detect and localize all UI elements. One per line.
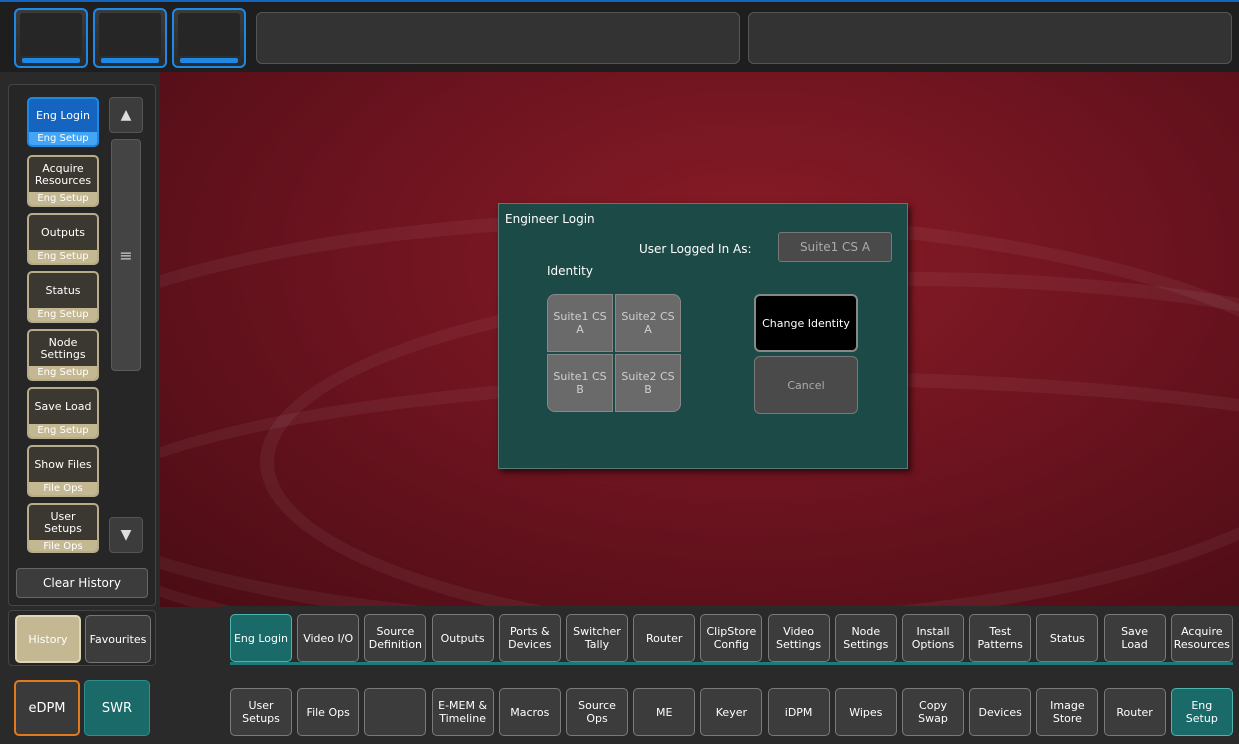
category-tab-user-setups[interactable]: User Setups (230, 688, 292, 736)
favourites-button[interactable]: Favourites (85, 615, 151, 663)
sidebar-item-label: Node Settings (40, 335, 86, 361)
identity-suite1-cs-a[interactable]: Suite1 CS A (547, 294, 613, 352)
category-tab-keyer[interactable]: Keyer (700, 688, 763, 736)
app-window: Eng Login Eng Setup Acquire Resources En… (0, 0, 1239, 744)
tab-video-i-o[interactable]: Video I/O (297, 614, 360, 662)
sidebar-item-show-files[interactable]: Show Files File Ops (27, 445, 99, 497)
history-toggle-group: History Favourites (8, 610, 156, 666)
sidebar-item-sublabel: Eng Setup (29, 132, 97, 145)
cancel-button[interactable]: Cancel (754, 356, 858, 414)
clear-history-button[interactable]: Clear History (16, 568, 148, 598)
identity-suite2-cs-b[interactable]: Suite2 CS B (615, 354, 681, 412)
preset-tile-3[interactable] (172, 8, 246, 68)
sidebar-item-acquire-resources[interactable]: Acquire Resources Eng Setup (27, 155, 99, 207)
category-tab-blank[interactable] (364, 688, 427, 736)
tab-clipstore-config[interactable]: ClipStore Config (700, 614, 763, 662)
category-tab-wipes[interactable]: Wipes (834, 688, 897, 736)
sidebar-item-label: User Setups (44, 509, 82, 535)
category-tab-source-ops[interactable]: Source Ops (566, 688, 628, 736)
category-tab-macros[interactable]: Macros (498, 688, 561, 736)
tab-status[interactable]: Status (1036, 614, 1099, 662)
sidebar-item-status[interactable]: Status Eng Setup (27, 271, 99, 323)
logged-in-label: User Logged In As: (639, 242, 752, 256)
sidebar-item-label: Show Files (34, 457, 92, 471)
edpm-button[interactable]: eDPM (14, 680, 80, 736)
engineer-login-dialog: Engineer Login User Logged In As: Suite1… (498, 203, 908, 469)
preset-tile-2[interactable] (93, 8, 167, 68)
tab-test-patterns[interactable]: Test Patterns (969, 614, 1032, 662)
sidebar-item-outputs[interactable]: Outputs Eng Setup (27, 213, 99, 265)
category-tab-copy-swap[interactable]: Copy Swap (902, 688, 964, 736)
tab-eng-login[interactable]: Eng Login (230, 614, 292, 662)
tab-install-options[interactable]: Install Options (902, 614, 964, 662)
category-tab-eng-setup[interactable]: Eng Setup (1170, 688, 1233, 736)
logged-in-value: Suite1 CS A (778, 232, 892, 262)
tab-divider (230, 662, 1233, 665)
sidebar-item-label: Status (45, 283, 81, 297)
sidebar-item-sublabel: Eng Setup (29, 192, 97, 205)
identity-suite1-cs-b[interactable]: Suite1 CS B (547, 354, 613, 412)
sidebar-item-sublabel: Eng Setup (29, 250, 97, 263)
dialog-title: Engineer Login (505, 212, 595, 226)
tab-ports-and-devices[interactable]: Ports & Devices (498, 614, 561, 662)
tab-router[interactable]: Router (633, 614, 696, 662)
sidebar-item-user-setups[interactable]: User Setups File Ops (27, 503, 99, 553)
sidebar-item-label: Eng Login (35, 108, 91, 122)
category-tab-file-ops[interactable]: File Ops (297, 688, 360, 736)
sidebar-item-label: Save Load (34, 399, 92, 413)
status-panel-right (748, 12, 1232, 64)
sidebar-item-sublabel: File Ops (29, 482, 97, 495)
sidebar-item-sublabel: File Ops (29, 540, 97, 551)
sidebar-item-save-load[interactable]: Save Load Eng Setup (27, 387, 99, 439)
preset-tile-1[interactable] (14, 8, 88, 68)
tab-outputs[interactable]: Outputs (431, 614, 494, 662)
triangle-up-icon[interactable]: ▲ (109, 97, 143, 133)
identity-suite2-cs-a[interactable]: Suite2 CS A (615, 294, 681, 352)
sidebar-scrollbar[interactable]: ▲ ≡ ▼ (109, 97, 143, 553)
category-tab-router[interactable]: Router (1103, 688, 1166, 736)
category-tab-devices[interactable]: Devices (969, 688, 1032, 736)
sidebar-item-sublabel: Eng Setup (29, 424, 97, 437)
tab-save-load[interactable]: Save Load (1103, 614, 1166, 662)
tab-node-settings[interactable]: Node Settings (834, 614, 897, 662)
sidebar-item-label: Acquire Resources (34, 161, 92, 187)
hamburger-icon[interactable]: ≡ (111, 139, 141, 371)
sidebar-item-sublabel: Eng Setup (29, 308, 97, 321)
category-tab-me[interactable]: ME (633, 688, 696, 736)
history-sidebar: Eng Login Eng Setup Acquire Resources En… (8, 84, 156, 606)
triangle-down-icon[interactable]: ▼ (109, 517, 143, 553)
sidebar-item-label: Outputs (41, 225, 85, 239)
status-panel-left (256, 12, 740, 64)
category-tab-e-mem-and-timeline[interactable]: E-MEM & Timeline (431, 688, 494, 736)
tab-switcher-tally[interactable]: Switcher Tally (566, 614, 628, 662)
category-tab-image-store[interactable]: Image Store (1036, 688, 1099, 736)
sidebar-item-node-settings[interactable]: Node Settings Eng Setup (27, 329, 99, 381)
top-bar (0, 0, 1239, 72)
change-identity-button[interactable]: Change Identity (754, 294, 858, 352)
swr-button[interactable]: SWR (84, 680, 150, 736)
category-tab-idpm[interactable]: iDPM (767, 688, 830, 736)
tab-video-settings[interactable]: Video Settings (767, 614, 830, 662)
tab-acquire-resources[interactable]: Acquire Resources (1170, 614, 1233, 662)
identity-label: Identity (547, 264, 593, 278)
tab-source-definition[interactable]: Source Definition (364, 614, 427, 662)
sidebar-item-eng-login[interactable]: Eng Login Eng Setup (27, 97, 99, 147)
history-button[interactable]: History (15, 615, 81, 663)
sidebar-item-sublabel: Eng Setup (29, 366, 97, 379)
